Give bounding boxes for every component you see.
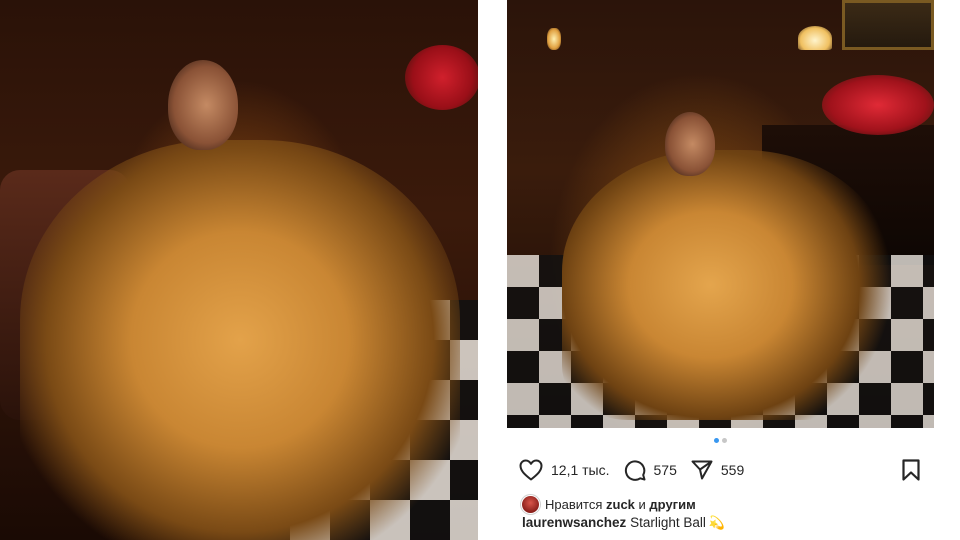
bookmark-icon (902, 459, 920, 485)
caption-text: Starlight Ball (630, 515, 706, 530)
woman-portrait (665, 112, 715, 176)
avatar[interactable] (522, 495, 539, 513)
liked-by-row: Нравится zuck и другим (522, 494, 696, 514)
yellow-gown (20, 140, 460, 540)
liked-by-conjunction: и (638, 496, 646, 512)
divider (478, 0, 480, 540)
comments-count[interactable]: 575 (654, 462, 677, 478)
comment-bubble-icon (624, 459, 646, 481)
carousel-dot-active (714, 438, 719, 443)
share-button[interactable]: 559 (691, 460, 744, 480)
author-username-link[interactable]: laurenwsanchez (522, 515, 626, 530)
yellow-gown (562, 150, 892, 420)
liked-by-prefix: Нравится (545, 496, 603, 512)
save-button[interactable] (902, 459, 920, 486)
carousel-dot (722, 438, 727, 443)
zoomed-photo (0, 0, 478, 540)
liked-by-user-link[interactable]: zuck (606, 497, 635, 512)
paper-plane-icon (691, 460, 713, 480)
like-button[interactable]: 12,1 тыс. (519, 459, 610, 481)
shares-count[interactable]: 559 (721, 462, 744, 478)
red-flowers (822, 75, 934, 135)
red-flowers (405, 45, 478, 110)
divider (504, 0, 507, 540)
woman-portrait (168, 60, 238, 150)
comment-button[interactable]: 575 (624, 459, 677, 481)
post-photo[interactable] (507, 0, 934, 428)
table-lamp (798, 26, 832, 50)
instagram-post: 12,1 тыс. 575 559 Нравится zuck и другим… (507, 0, 934, 540)
action-bar: 12,1 тыс. 575 559 (519, 457, 758, 483)
heart-icon (519, 459, 543, 481)
dizzy-star-emoji: 💫 (708, 515, 726, 530)
likes-count[interactable]: 12,1 тыс. (551, 462, 610, 478)
wall-sconce (547, 28, 561, 50)
liked-by-others-link[interactable]: другим (649, 497, 695, 512)
framed-painting (842, 0, 934, 50)
carousel-indicator (507, 438, 934, 443)
post-caption: laurenwsanchez Starlight Ball 💫 (522, 515, 725, 531)
